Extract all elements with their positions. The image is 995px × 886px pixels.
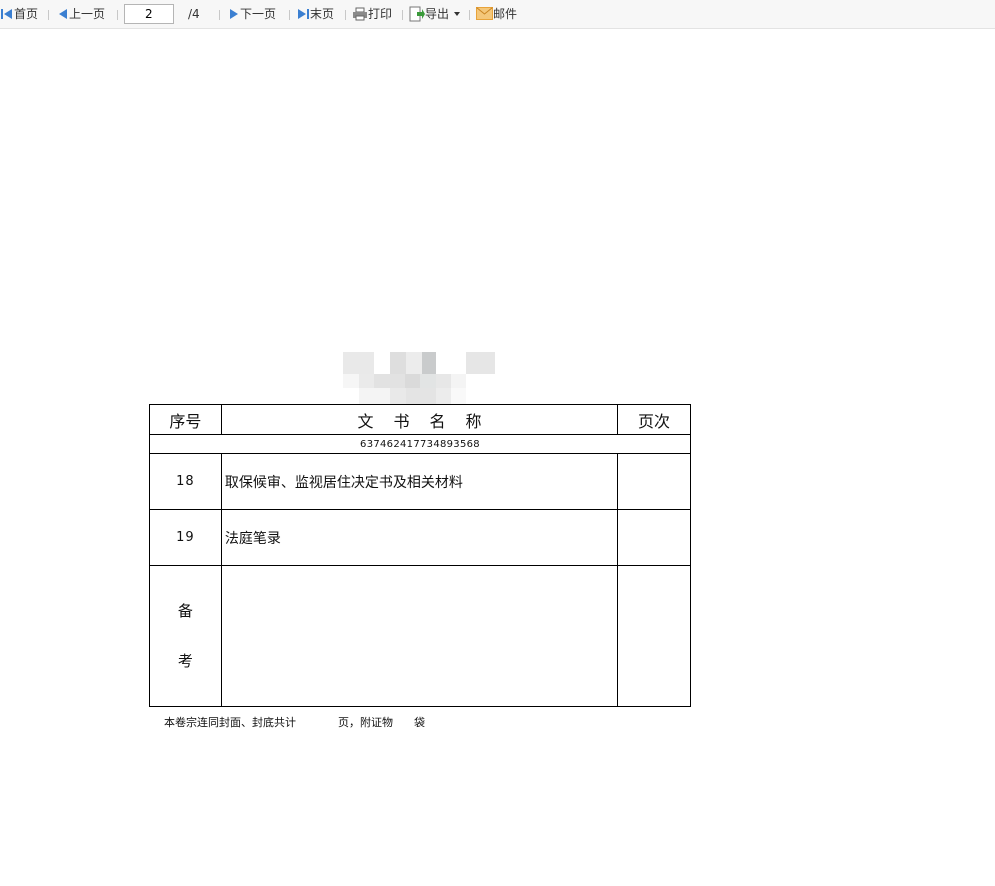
prev-page-label: 上一页 bbox=[69, 7, 106, 21]
table-header-row: 序号 文书名称 页次 bbox=[149, 404, 691, 435]
toolbar-divider bbox=[345, 10, 346, 20]
last-page-icon bbox=[298, 8, 309, 19]
footer-text-bags: 袋 bbox=[413, 716, 425, 729]
toolbar-divider bbox=[289, 10, 290, 20]
document-code: 637462417734893568 bbox=[149, 434, 691, 454]
export-icon bbox=[409, 6, 425, 21]
row-doc-name: 取保候审、监视居住决定书及相关材料 bbox=[220, 453, 619, 510]
seq-column-header: 序号 bbox=[149, 404, 222, 435]
prev-page-button[interactable]: 上一页 bbox=[57, 0, 105, 29]
first-page-button[interactable]: 首页 bbox=[0, 0, 38, 29]
page-number-input[interactable] bbox=[124, 4, 174, 24]
export-button[interactable]: 导出 bbox=[409, 0, 461, 29]
footer-text-evidence: 页，附证物 bbox=[337, 716, 393, 729]
print-label: 打印 bbox=[368, 7, 393, 21]
prev-page-icon bbox=[59, 8, 67, 19]
row-seq: 18 bbox=[149, 453, 222, 510]
remarks-pages bbox=[617, 565, 691, 707]
remarks-label-char: 考 bbox=[177, 652, 193, 670]
first-page-label: 首页 bbox=[14, 7, 39, 21]
toolbar-divider bbox=[402, 10, 403, 20]
toolbar-divider bbox=[48, 10, 49, 20]
last-page-button[interactable]: 末页 bbox=[296, 0, 334, 29]
next-page-label: 下一页 bbox=[240, 7, 277, 21]
footer-summary: 本卷宗连同封面、封底共计 页，附证物 袋 bbox=[164, 714, 425, 730]
print-button[interactable]: 打印 bbox=[352, 0, 392, 29]
dropdown-arrow-icon bbox=[453, 11, 460, 16]
table-row: 18 取保候审、监视居住决定书及相关材料 bbox=[149, 453, 691, 510]
remarks-label-char: 备 bbox=[177, 602, 193, 620]
row-pages bbox=[617, 453, 691, 510]
next-page-button[interactable]: 下一页 bbox=[228, 0, 276, 29]
toolbar-divider bbox=[117, 10, 118, 20]
table-row: 19 法庭笔录 bbox=[149, 509, 691, 566]
toolbar-divider bbox=[469, 10, 470, 20]
document-index-table: 序号 文书名称 页次 637462417734893568 18 取保候审、监视… bbox=[149, 404, 691, 707]
barcode-row: 637462417734893568 bbox=[149, 434, 691, 454]
report-toolbar: 首页 上一页 /4 下一页 末页 打印 导出 bbox=[0, 0, 995, 29]
mail-icon bbox=[476, 7, 493, 20]
next-page-icon bbox=[230, 8, 238, 19]
remarks-content bbox=[220, 565, 619, 707]
export-label: 导出 bbox=[425, 7, 450, 21]
row-seq: 19 bbox=[149, 509, 222, 566]
remarks-label: 备 考 bbox=[149, 565, 222, 707]
page-total: /4 bbox=[188, 7, 200, 21]
row-doc-name: 法庭笔录 bbox=[220, 509, 619, 566]
first-page-icon bbox=[1, 8, 12, 19]
toolbar-divider bbox=[219, 10, 220, 20]
email-label: 邮件 bbox=[493, 7, 518, 21]
redacted-title-mosaic bbox=[343, 352, 498, 404]
footer-text-total: 本卷宗连同封面、封底共计 bbox=[164, 716, 296, 729]
remarks-row: 备 考 bbox=[149, 565, 691, 707]
email-button[interactable]: 邮件 bbox=[476, 0, 517, 29]
last-page-label: 末页 bbox=[310, 7, 335, 21]
printer-icon bbox=[353, 7, 367, 20]
pages-column-header: 页次 bbox=[617, 404, 691, 435]
doc-name-column-header: 文书名称 bbox=[220, 404, 619, 435]
row-pages bbox=[617, 509, 691, 566]
